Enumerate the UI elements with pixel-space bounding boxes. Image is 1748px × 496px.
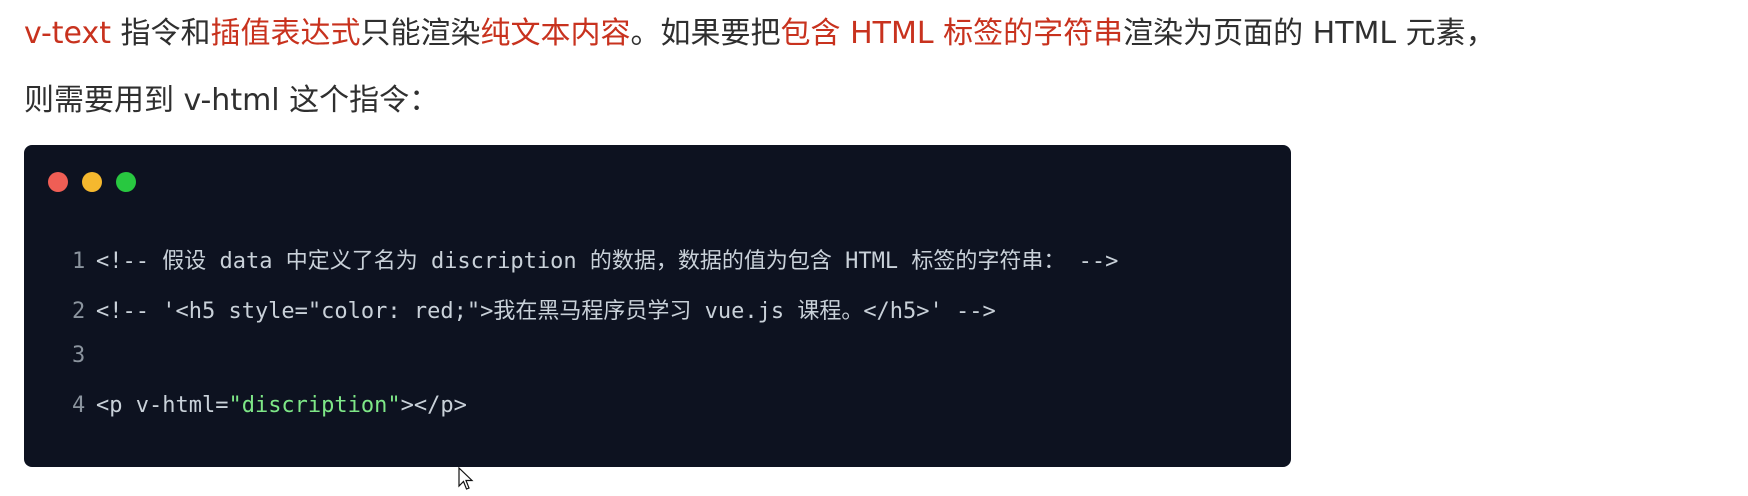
paragraph-2: 则需要用到 v-html 这个指令： (24, 83, 440, 118)
code-text: <!-- 假设 data 中定义了名为 discription 的数据，数据的值… (96, 249, 1119, 274)
code-line-1: 1 <!-- 假设 data 中定义了名为 discription 的数据，数据的… (72, 243, 1118, 275)
text-segment: 渲染为页面的 HTML 元素， (1123, 16, 1496, 51)
code-line-3: 3 (72, 343, 96, 368)
code-line-4: 4 <p v-html="discription"></p> (72, 393, 467, 418)
text-segment: 。如果要把 (630, 16, 781, 51)
line-number: 4 (72, 393, 86, 418)
mouse-cursor-icon (458, 467, 474, 490)
paragraph-1: v-text 指令和插值表达式只能渲染纯文本内容。如果要把包含 HTML 标签的… (24, 8, 1496, 52)
window-dot-red (48, 172, 68, 192)
line-number: 2 (72, 299, 86, 324)
text-segment: 指令和 (110, 16, 211, 51)
code-line-2: 2 <!-- '<h5 style="color: red;">我在黑马程序员学习… (72, 293, 996, 325)
window-dot-green (116, 172, 136, 192)
code-string: "discription" (228, 393, 401, 418)
highlight-interpolation: 插值表达式 (210, 16, 361, 51)
highlight-v-text: v-text (24, 16, 111, 51)
code-tag-open: <p v-html= (96, 393, 229, 418)
highlight-plain-text: 纯文本内容 (480, 16, 631, 51)
highlight-html-string: 包含 HTML 标签的字符串 (780, 16, 1124, 51)
line-number: 3 (72, 343, 86, 368)
line-number: 1 (72, 249, 86, 274)
code-text: <!-- '<h5 style="color: red;">我在黑马程序员学习 … (96, 299, 996, 324)
text-segment: 只能渲染 (360, 16, 481, 51)
window-dot-yellow (82, 172, 102, 192)
code-block: 1 <!-- 假设 data 中定义了名为 discription 的数据，数据的… (24, 145, 1291, 467)
code-tag-close: ></p> (400, 393, 467, 418)
